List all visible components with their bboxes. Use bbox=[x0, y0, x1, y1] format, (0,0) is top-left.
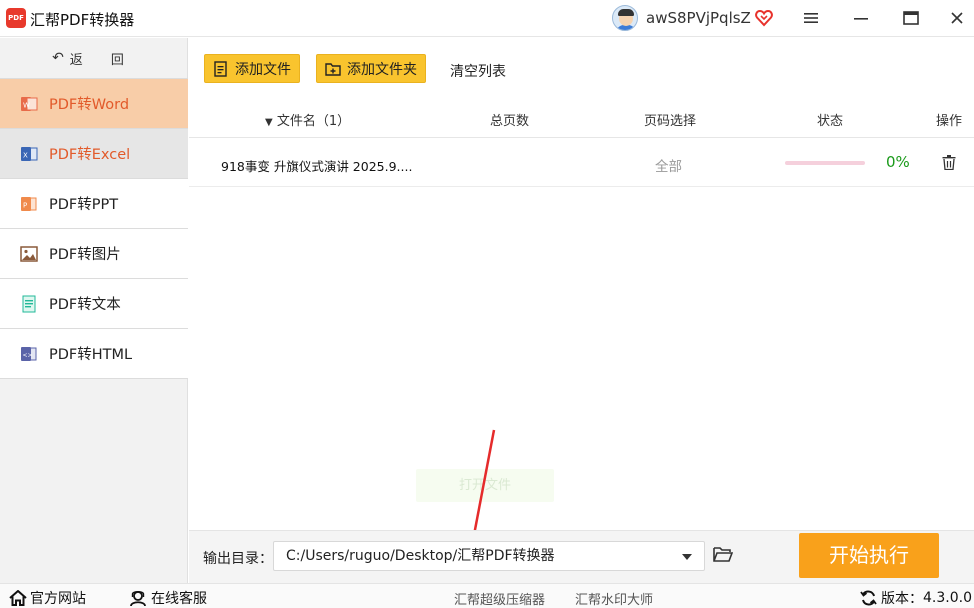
output-dir-path: C:/Users/ruguo/Desktop/汇帮PDF转换器 bbox=[286, 548, 555, 564]
sidebar-item-label: PDF转文本 bbox=[49, 297, 121, 313]
sidebar-item-pdf-to-ppt[interactable]: P PDF转PPT bbox=[0, 178, 188, 228]
add-file-icon bbox=[214, 60, 227, 77]
sidebar-item-label: PDF转Excel bbox=[49, 147, 131, 163]
username[interactable]: awS8PVjPqlsZ bbox=[646, 9, 751, 27]
sidebar-item-pdf-to-word[interactable]: W PDF转Word bbox=[0, 78, 188, 128]
sidebar-item-pdf-to-html[interactable]: <> PDF转HTML bbox=[0, 328, 188, 378]
close-icon[interactable] bbox=[944, 6, 970, 30]
compressor-link[interactable]: 汇帮超级压缩器 bbox=[454, 589, 545, 608]
app-title: 汇帮PDF转换器 bbox=[30, 11, 135, 29]
word-icon: W bbox=[21, 96, 38, 111]
title-bar: PDF 汇帮PDF转换器 awS8PVjPqlsZ bbox=[0, 0, 974, 37]
status-column-header: 状态 bbox=[817, 114, 844, 129]
minimize-icon[interactable] bbox=[848, 6, 874, 30]
progress-bar bbox=[785, 161, 865, 165]
sidebar-item-label: PDF转Word bbox=[49, 97, 130, 113]
folder-open-icon[interactable] bbox=[713, 545, 733, 563]
home-icon bbox=[9, 590, 27, 606]
add-file-label: 添加文件 bbox=[235, 61, 291, 78]
pages-column-header: 总页数 bbox=[490, 114, 530, 129]
customer-service-icon bbox=[130, 591, 146, 606]
start-button[interactable]: 开始执行 bbox=[799, 533, 939, 578]
svg-text:<>: <> bbox=[23, 352, 33, 359]
open-file-ghost-button: 打开文件 bbox=[416, 469, 554, 502]
vip-heart-icon[interactable] bbox=[755, 9, 773, 27]
table-row[interactable]: 918事变 升旗仪式演讲 2025.9.... 全部 0% bbox=[189, 139, 974, 187]
sidebar-item-label: PDF转图片 bbox=[49, 247, 121, 263]
sidebar-divider bbox=[0, 378, 188, 379]
image-icon bbox=[20, 245, 38, 262]
file-table-header: ▼ 文件名（1） 总页数 页码选择 状态 操作 bbox=[189, 100, 974, 138]
page-select-column-header: 页码选择 bbox=[644, 114, 697, 129]
back-label: 返 回 bbox=[69, 52, 136, 68]
output-dir-select[interactable]: C:/Users/ruguo/Desktop/汇帮PDF转换器 bbox=[273, 541, 705, 571]
page-select-dropdown[interactable]: 全部 bbox=[655, 155, 682, 175]
add-file-button[interactable]: 添加文件 bbox=[204, 54, 300, 83]
chevron-down-icon bbox=[682, 554, 692, 560]
back-button[interactable]: ↶ 返 回 bbox=[0, 38, 188, 78]
sidebar-item-pdf-to-text[interactable]: PDF转文本 bbox=[0, 278, 188, 328]
progress-percent: 0% bbox=[886, 153, 910, 171]
filename-column-header[interactable]: ▼ 文件名（1） bbox=[265, 110, 350, 129]
menu-icon[interactable] bbox=[798, 6, 824, 30]
file-name: 918事变 升旗仪式演讲 2025.9.... bbox=[221, 159, 413, 174]
user-avatar-icon[interactable] bbox=[612, 5, 638, 31]
watermark-link[interactable]: 汇帮水印大师 bbox=[575, 589, 653, 608]
add-folder-label: 添加文件夹 bbox=[347, 61, 417, 78]
online-support-link[interactable]: 在线客服 bbox=[129, 588, 207, 608]
sidebar-item-label: PDF转HTML bbox=[49, 347, 133, 363]
footer: 官方网站 在线客服 汇帮超级压缩器 汇帮水印大师 版本： 4.3.0.0 bbox=[0, 583, 974, 608]
svg-text:W: W bbox=[23, 101, 30, 109]
sidebar-item-pdf-to-image[interactable]: PDF转图片 bbox=[0, 228, 188, 278]
action-column-header: 操作 bbox=[936, 114, 963, 129]
sidebar: ↶ 返 回 W PDF转Word X PDF转Excel P PDF转PPT P… bbox=[0, 38, 188, 583]
html-icon: <> bbox=[21, 346, 37, 361]
clear-list-button[interactable]: 清空列表 bbox=[450, 61, 506, 81]
text-icon bbox=[22, 295, 36, 312]
back-arrow-icon: ↶ bbox=[52, 50, 64, 66]
delete-icon[interactable] bbox=[942, 155, 956, 170]
maximize-icon[interactable] bbox=[898, 6, 924, 30]
refresh-icon bbox=[860, 590, 877, 606]
version-info[interactable]: 版本： 4.3.0.0 bbox=[860, 588, 972, 608]
app-logo-icon: PDF bbox=[6, 8, 26, 28]
sort-desc-icon: ▼ bbox=[265, 117, 273, 128]
output-dir-label: 输出目录： bbox=[203, 551, 273, 567]
sidebar-item-pdf-to-excel[interactable]: X PDF转Excel bbox=[0, 128, 188, 178]
output-bar: 输出目录： C:/Users/ruguo/Desktop/汇帮PDF转换器 开始… bbox=[189, 530, 974, 583]
ppt-icon: P bbox=[21, 196, 37, 211]
svg-text:X: X bbox=[23, 151, 28, 159]
excel-icon: X bbox=[21, 146, 38, 161]
official-website-link[interactable]: 官方网站 bbox=[9, 588, 86, 608]
add-folder-button[interactable]: 添加文件夹 bbox=[316, 54, 426, 83]
svg-text:P: P bbox=[23, 201, 27, 209]
sidebar-item-label: PDF转PPT bbox=[49, 197, 119, 213]
add-folder-icon bbox=[325, 62, 341, 76]
